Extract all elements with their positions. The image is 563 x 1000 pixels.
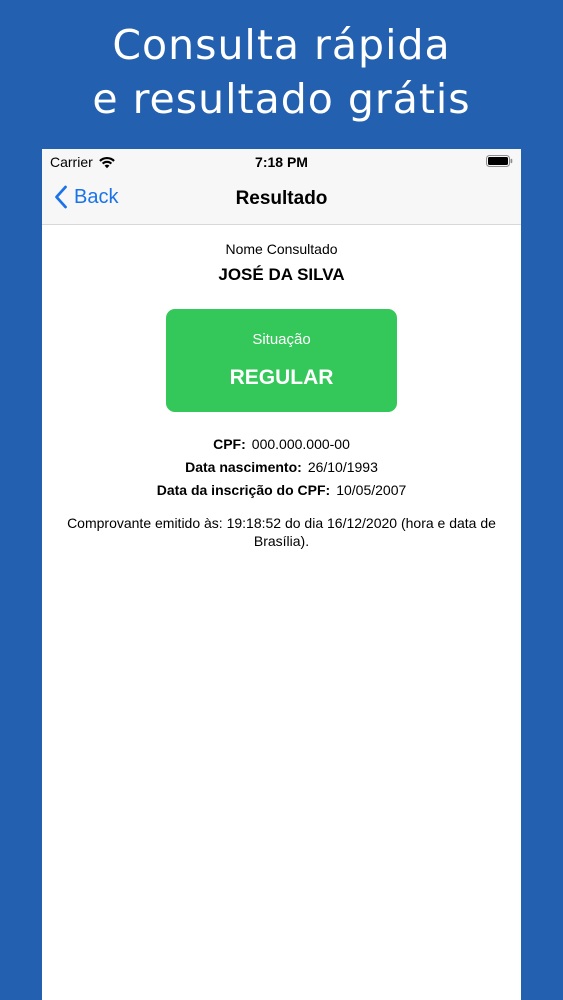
navigation-bar: Back Resultado: [42, 175, 521, 225]
birth-date-value: 26/10/1993: [307, 459, 378, 475]
registration-date-row: Data da inscrição do CPF: 10/05/2007: [42, 482, 521, 498]
birth-date-row: Data nascimento: 26/10/1993: [42, 459, 521, 475]
issued-timestamp: Comprovante emitido às: 19:18:52 do dia …: [67, 515, 496, 549]
battery-icon: [486, 155, 513, 167]
page-title: Resultado: [235, 188, 328, 209]
phone-screen: Carrier 7:18 PM Back Resultado Nome Cons…: [42, 149, 521, 1000]
status-bar: Carrier 7:18 PM: [42, 149, 521, 175]
promo-headline: Consulta rápida e resultado grátis: [0, 18, 563, 126]
birth-date-label: Data nascimento:: [185, 459, 302, 475]
registration-date-label: Data da inscrição do CPF:: [156, 482, 331, 498]
cpf-label: CPF:: [213, 436, 246, 452]
status-value: REGULAR: [229, 366, 334, 389]
name-value: JOSÉ DA SILVA: [218, 265, 345, 284]
registration-date-value: 10/05/2007: [336, 482, 407, 498]
cpf-row: CPF: 000.000.000-00: [42, 436, 521, 452]
status-time: 7:18 PM: [255, 154, 308, 170]
headline-line-2: e resultado grátis: [92, 75, 471, 123]
headline-line-1: Consulta rápida: [112, 21, 451, 69]
name-label: Nome Consultado: [225, 241, 338, 257]
status-card: Situação REGULAR: [166, 309, 397, 412]
cpf-value: 000.000.000-00: [251, 436, 350, 452]
status-label: Situação: [252, 331, 311, 348]
